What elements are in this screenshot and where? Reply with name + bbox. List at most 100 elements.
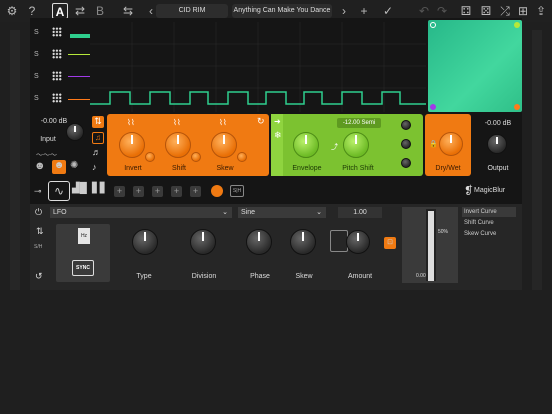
grid-icon[interactable] <box>52 71 62 81</box>
note3-icon[interactable]: ♪ <box>92 162 97 172</box>
hz-button[interactable]: Hz <box>78 228 90 244</box>
grid-icon[interactable] <box>52 93 62 103</box>
curve-item[interactable]: Invert Curve <box>462 207 516 217</box>
drywet-knob[interactable] <box>439 132 463 156</box>
arrow-icon[interactable]: ➜ <box>274 117 281 126</box>
preset-name[interactable]: CID RIM <box>156 4 228 18</box>
envelope-tab-icon[interactable]: ▟█ <box>72 183 92 199</box>
small-knob[interactable] <box>401 120 411 130</box>
input-value: -0.00 dB <box>40 118 68 125</box>
sync-button[interactable]: SYNC <box>72 260 94 276</box>
wave-dropdown[interactable]: Sine ⌄ <box>238 207 326 218</box>
division-knob[interactable] <box>190 229 216 255</box>
pitch-value[interactable]: -12.00 Semi <box>337 118 381 128</box>
ab-b-button[interactable]: B <box>92 3 108 19</box>
wave-value: Sine <box>241 209 256 216</box>
brain-icon[interactable]: ✺ <box>70 160 84 174</box>
add-slot-button[interactable]: + <box>114 186 125 197</box>
sh-icon[interactable]: S/H <box>34 244 42 250</box>
type-knob[interactable] <box>132 229 158 255</box>
save-check-icon[interactable]: ✓ <box>380 3 396 19</box>
dice2-icon[interactable]: ⚄ <box>478 3 494 19</box>
note2-icon[interactable]: ♬ <box>92 147 101 157</box>
sequencer-grid[interactable] <box>90 22 426 112</box>
grid-icon[interactable] <box>52 49 62 59</box>
shift-knob[interactable] <box>165 132 191 158</box>
small-knob[interactable] <box>401 158 411 168</box>
help-icon[interactable]: ? <box>24 3 40 19</box>
chevron-down-icon: ⌄ <box>222 209 228 216</box>
freeze-icon[interactable]: ❄ <box>274 130 282 141</box>
mod-knob[interactable] <box>191 152 201 162</box>
steps-tab-icon[interactable]: ▋▋ <box>92 183 110 199</box>
mod-meter[interactable]: 50% 0.00 <box>402 207 458 283</box>
sidechain-icon[interactable]: S|H <box>230 185 244 197</box>
mask-active-icon[interactable]: ☻ <box>52 160 66 174</box>
settings-icon[interactable]: ⚙ <box>4 3 20 19</box>
xy-pad[interactable] <box>428 20 522 112</box>
dice-icon[interactable]: ⚃ <box>458 3 474 19</box>
curve-icon[interactable]: ⤴ <box>331 142 338 152</box>
share-icon[interactable]: ⇪ <box>533 3 549 19</box>
xy-corner-dot[interactable] <box>430 22 436 28</box>
waveform-icon: 〜〜〜 <box>36 152 57 159</box>
left-scroll-bar[interactable] <box>10 30 20 290</box>
retrigger-icon[interactable]: ⇅ <box>36 226 44 237</box>
app-root: ⚙ ? A ⇄ B ⇆ ‹ CID RIM Anything Can Make … <box>0 0 552 414</box>
row-label: S <box>34 73 39 80</box>
brand-name: MagicBlur <box>474 187 506 194</box>
shuffle-icon[interactable]: ⤮ <box>497 3 513 19</box>
xy-corner-dot[interactable] <box>514 104 520 110</box>
route-icon[interactable]: ⇅ <box>92 116 104 128</box>
output-knob[interactable] <box>487 134 507 154</box>
redo-icon[interactable]: ↷ <box>434 3 450 19</box>
mod-knob[interactable] <box>145 152 155 162</box>
undo-icon[interactable]: ↶ <box>416 3 432 19</box>
phase-label: Phase <box>250 273 270 280</box>
phase-knob[interactable] <box>246 229 272 255</box>
reset-icon[interactable]: ↻ <box>257 116 265 127</box>
amount-knob[interactable] <box>346 230 370 254</box>
xy-corner-dot[interactable] <box>514 22 520 28</box>
add-slot-button[interactable]: + <box>190 186 201 197</box>
ab-a-button[interactable]: A <box>52 3 68 19</box>
curve-item[interactable]: Shift Curve <box>462 218 516 228</box>
wave-icon: ⌇⌇ <box>173 118 181 127</box>
reset-lfo-icon[interactable]: ↺ <box>35 271 43 282</box>
link-icon[interactable]: ⊡ <box>384 237 396 249</box>
division-label: Division <box>191 273 217 280</box>
next-preset-button[interactable]: › <box>336 3 352 19</box>
note-icon[interactable]: ♫ <box>92 132 104 144</box>
amount-value[interactable]: 1.00 <box>338 207 382 218</box>
curve-item[interactable]: Skew Curve <box>462 229 516 239</box>
lfo-source-dropdown[interactable]: LFO ⌄ <box>50 207 232 218</box>
add-slot-button[interactable]: + <box>133 186 144 197</box>
record-dot[interactable] <box>211 185 223 197</box>
invert-label: Invert <box>124 165 142 172</box>
small-knob[interactable] <box>401 139 411 149</box>
preset-subtitle[interactable]: Anything Can Make You Dance <box>232 4 332 18</box>
key-icon[interactable]: ⊸ <box>34 186 42 197</box>
network-icon[interactable]: ⊞ <box>515 3 531 19</box>
mod-knob[interactable] <box>237 152 247 162</box>
skew-knob[interactable] <box>211 132 237 158</box>
row3-curve <box>68 76 90 77</box>
pitch-shift-knob[interactable] <box>343 132 369 158</box>
skew-lfo-knob[interactable] <box>290 229 316 255</box>
ab-swap-icon[interactable]: ⇄ <box>72 3 88 19</box>
right-scroll-bar[interactable] <box>532 30 542 290</box>
grid-icon[interactable] <box>52 27 62 37</box>
invert-knob[interactable] <box>119 132 145 158</box>
insert-icon[interactable]: ⇆ <box>120 3 136 19</box>
power-icon[interactable]: ⏻ <box>35 207 42 218</box>
xy-corner-dot[interactable] <box>430 104 436 110</box>
add-slot-button[interactable]: + <box>152 186 163 197</box>
input-knob[interactable] <box>66 123 84 141</box>
chevron-down-icon: ⌄ <box>316 209 322 216</box>
lock-icon[interactable]: 🔒 <box>429 140 438 148</box>
add-slot-button[interactable]: + <box>171 186 182 197</box>
add-preset-icon[interactable]: + <box>356 3 372 19</box>
lfo-tab-icon[interactable]: ∿ <box>48 181 70 201</box>
mask-icon[interactable]: ☻ <box>34 160 50 174</box>
envelope-knob[interactable] <box>293 132 319 158</box>
